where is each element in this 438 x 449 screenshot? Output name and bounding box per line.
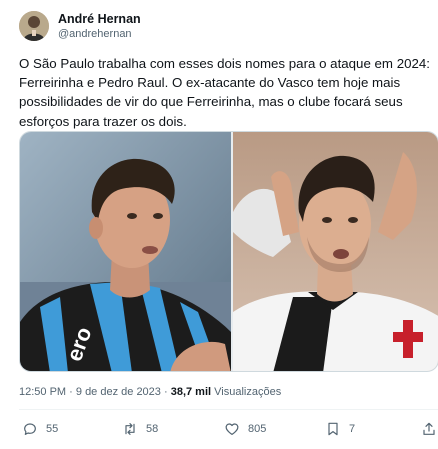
share-button[interactable] <box>421 421 437 437</box>
reply-icon <box>24 423 36 435</box>
author-name[interactable]: André Hernan <box>58 12 141 26</box>
tweet-time[interactable]: 12:50 PM <box>19 386 66 398</box>
author-handle[interactable]: @andrehernan <box>58 28 132 40</box>
meta-separator: · <box>69 386 73 398</box>
tweet-date[interactable]: 9 de dez de 2023 <box>76 386 161 398</box>
bookmark-count: 7 <box>349 423 356 435</box>
like-button[interactable]: 805 <box>224 421 266 437</box>
player-photo-left[interactable]: ero <box>20 132 231 371</box>
retweet-button[interactable]: 58 <box>122 421 158 437</box>
reply-count: 55 <box>46 423 59 435</box>
bookmark-button[interactable]: 7 <box>325 421 355 437</box>
avatar[interactable] <box>19 11 49 41</box>
like-count: 805 <box>248 423 267 435</box>
reply-button[interactable]: 55 <box>22 421 58 437</box>
bookmark-icon <box>328 422 338 436</box>
tweet-media[interactable]: ero <box>19 131 438 372</box>
tweet-card: André Hernan @andrehernan O São Paulo tr… <box>0 0 438 449</box>
retweet-icon <box>125 423 135 435</box>
divider <box>19 409 438 410</box>
share-icon <box>423 422 435 435</box>
tweet-text: O São Paulo trabalha com esses dois nome… <box>19 56 430 129</box>
action-bar: 55 58 805 7 <box>0 416 438 444</box>
tweet-meta: 12:50 PM · 9 de dez de 2023 · 38,7 mil V… <box>19 386 281 398</box>
views-count: 38,7 mil <box>170 386 212 398</box>
views-label: Visualizações <box>214 386 282 398</box>
retweet-count: 58 <box>146 423 159 435</box>
heart-icon <box>225 423 239 435</box>
meta-separator: · <box>163 386 168 398</box>
player-photo-right[interactable] <box>233 132 438 371</box>
